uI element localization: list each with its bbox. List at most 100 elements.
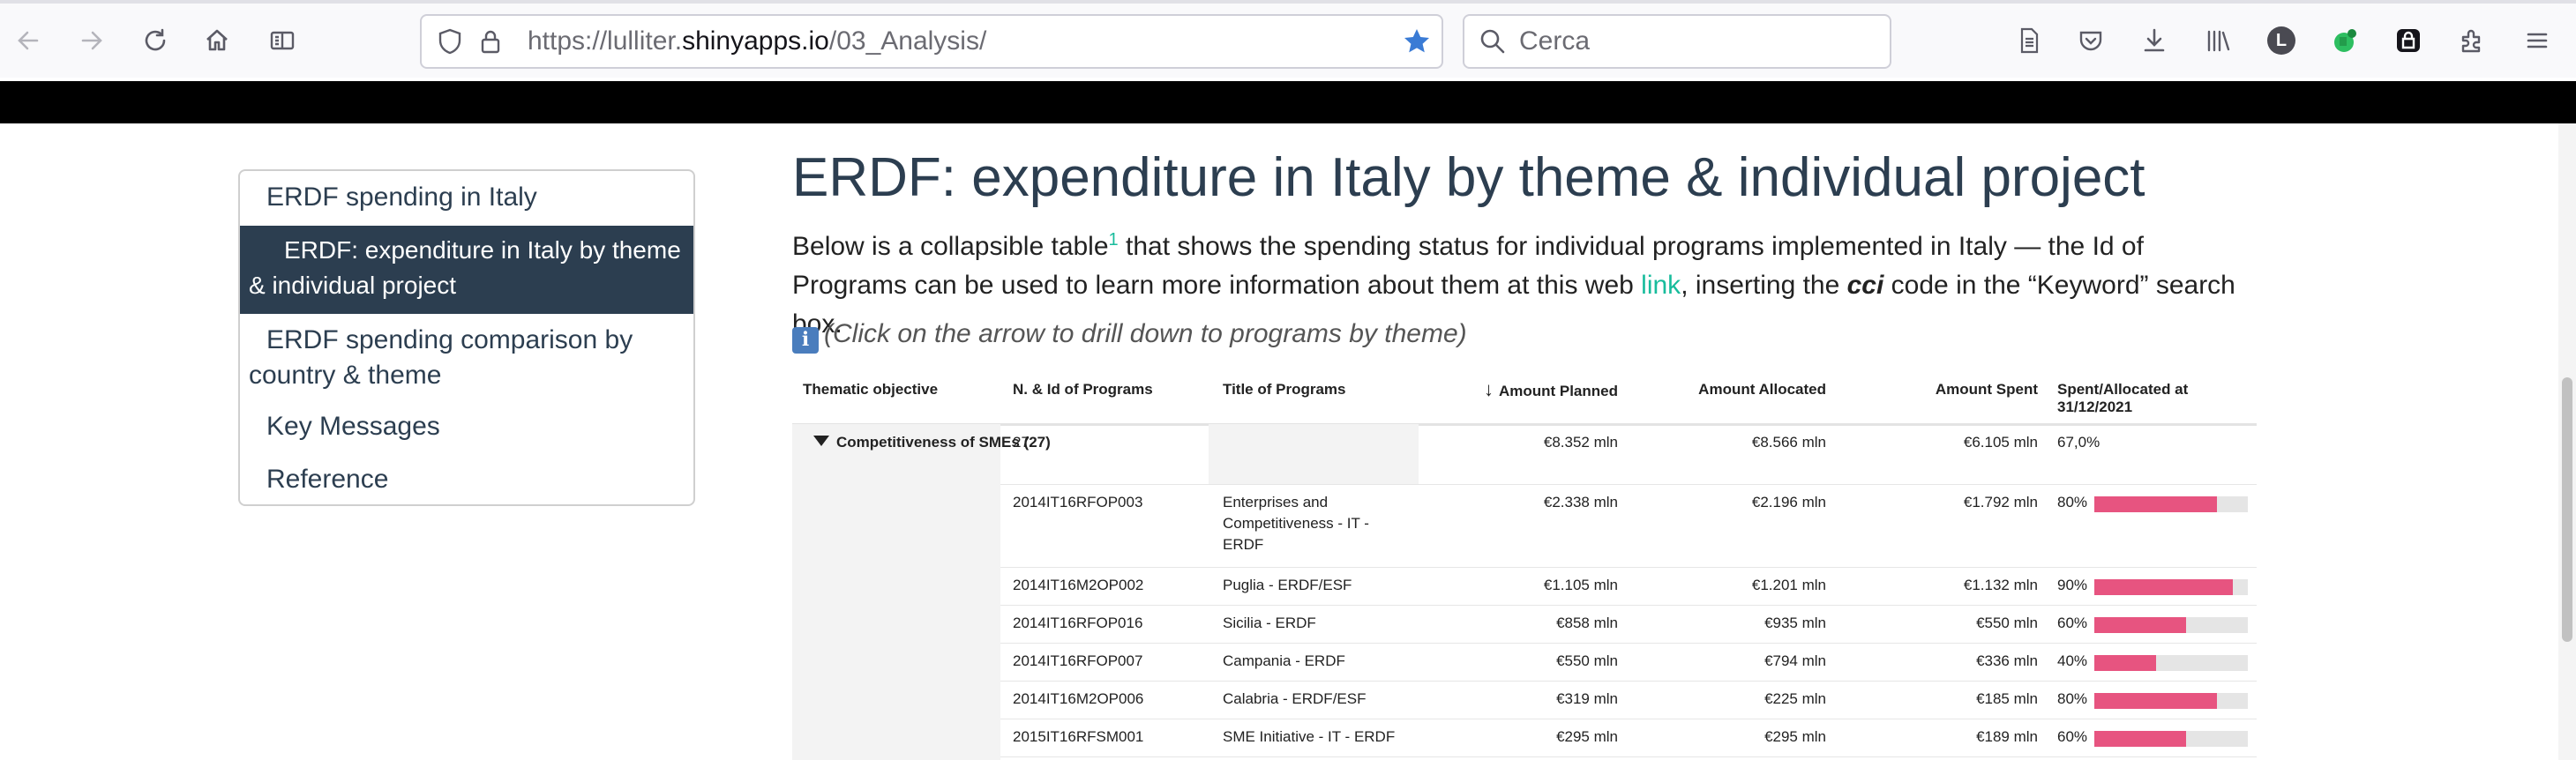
pocket-icon[interactable]: [2070, 19, 2112, 62]
col-amount-allocated[interactable]: Amount Allocated: [1639, 381, 1826, 399]
spent-ratio-fill: [2094, 617, 2187, 633]
program-spent: €336 mln: [1976, 652, 2038, 669]
back-icon[interactable]: [7, 19, 49, 62]
program-pct: 90%: [2057, 577, 2088, 593]
program-spent: €1.132 mln: [1963, 577, 2038, 593]
page-icon[interactable]: [2008, 19, 2050, 62]
info-icon: ℹ: [792, 327, 819, 354]
program-title: SME Initiative - IT - ERDF: [1223, 728, 1396, 745]
program-spent: €550 mln: [1976, 615, 2038, 631]
program-pct: 40%: [2057, 652, 2088, 669]
program-planned: €2.338 mln: [1543, 494, 1618, 510]
download-icon[interactable]: [2133, 19, 2175, 62]
browser-toolbar: https://lulliter.shinyapps.io/03_Analysi…: [0, 0, 2576, 78]
program-planned: €550 mln: [1556, 652, 1618, 669]
group-column: [792, 424, 1000, 760]
intro-text: , inserting the: [1681, 271, 1847, 300]
expand-arrow-icon[interactable]: [813, 436, 829, 446]
search-bar[interactable]: Cerca: [1463, 14, 1891, 69]
col-amount-planned[interactable]: ↓ Amount Planned: [1445, 378, 1618, 400]
url-bar[interactable]: https://lulliter.shinyapps.io/03_Analysi…: [420, 14, 1443, 69]
program-allocated: €935 mln: [1764, 615, 1826, 631]
row-divider: [1000, 484, 2257, 485]
reload-icon[interactable]: [134, 19, 176, 62]
program-id: 2014IT16RFOP007: [1013, 652, 1143, 669]
program-id: 2015IT16RFSM001: [1013, 728, 1144, 745]
row-divider: [1000, 605, 2257, 606]
toc-item-key-messages[interactable]: Key Messages: [240, 409, 693, 444]
spent-ratio-fill: [2094, 579, 2233, 595]
program-planned: €319 mln: [1556, 690, 1618, 707]
site-navbar: [0, 81, 2576, 123]
forward-icon[interactable]: [71, 19, 113, 62]
spent-ratio-fill: [2094, 496, 2218, 512]
program-spent: €185 mln: [1976, 690, 2038, 707]
program-allocated: €2.196 mln: [1751, 494, 1826, 510]
col-title[interactable]: Title of Programs: [1223, 381, 1346, 399]
group-allocated: €8.566 mln: [1751, 434, 1826, 451]
lock-icon[interactable]: [476, 27, 505, 56]
col-programs[interactable]: N. & Id of Programs: [1013, 381, 1153, 399]
col-spent-allocated[interactable]: Spent/Allocated at 31/12/2021: [2057, 381, 2234, 416]
spent-ratio-bar: [2094, 579, 2248, 595]
hint-text: (Click on the arrow to drill down to pro…: [824, 319, 1467, 348]
spent-ratio-fill: [2094, 731, 2187, 747]
scrollbar-thumb[interactable]: [2562, 377, 2572, 642]
program-title: Sicilia - ERDF: [1223, 615, 1316, 631]
spent-ratio-bar: [2094, 693, 2248, 709]
row-divider: [1000, 643, 2257, 644]
program-title: Calabria - ERDF/ESF: [1223, 690, 1367, 707]
spent-ratio-bar: [2094, 496, 2248, 512]
program-allocated: €225 mln: [1764, 690, 1826, 707]
program-title: Puglia - ERDF/ESF: [1223, 577, 1352, 593]
bookmark-star-icon[interactable]: [1403, 27, 1431, 56]
library-icon[interactable]: [2197, 19, 2239, 62]
drilldown-hint: ℹ (Click on the arrow to drill down to pr…: [792, 319, 1467, 354]
account-avatar[interactable]: L: [2260, 19, 2303, 62]
account-initial: L: [2267, 26, 2295, 55]
toc-item-country-comparison[interactable]: ERDF spending comparison by country & th…: [240, 323, 693, 393]
row-divider: [1000, 756, 2257, 757]
table-of-contents: ERDF spending in Italy ERDF: expenditure…: [238, 169, 695, 506]
program-spent: €189 mln: [1976, 728, 2038, 745]
footnote-ref[interactable]: 1: [1109, 230, 1119, 250]
extensions-icon[interactable]: [2451, 19, 2493, 62]
cci-code: cci: [1846, 271, 1884, 300]
table-header: Thematic objective N. & Id of Programs T…: [792, 372, 2257, 426]
sort-arrow-icon: ↓: [1483, 378, 1494, 400]
program-planned: €295 mln: [1556, 728, 1618, 745]
extension-block-icon[interactable]: [2387, 19, 2430, 62]
home-icon[interactable]: [196, 19, 238, 62]
programs-table: Thematic objective N. & Id of Programs T…: [792, 372, 2257, 760]
program-pct: 80%: [2057, 690, 2088, 707]
spent-ratio-fill: [2094, 655, 2156, 671]
menu-icon[interactable]: [2516, 19, 2558, 62]
url-text[interactable]: https://lulliter.shinyapps.io/03_Analysi…: [528, 16, 986, 67]
program-spent: €1.792 mln: [1963, 494, 2038, 510]
web-link[interactable]: link: [1641, 271, 1681, 300]
intro-text: Below is a collapsible table: [792, 232, 1109, 261]
row-divider: [1000, 681, 2257, 682]
reader-view-icon[interactable]: [261, 19, 303, 62]
group-spent: €6.105 mln: [1963, 434, 2038, 451]
col-thematic-objective[interactable]: Thematic objective: [803, 381, 938, 399]
program-allocated: €1.201 mln: [1751, 577, 1826, 593]
program-allocated: €794 mln: [1764, 652, 1826, 669]
toc-item-erdf-spending[interactable]: ERDF spending in Italy: [240, 180, 693, 215]
group-ratio: 67,0%: [2057, 434, 2100, 451]
spent-ratio-fill: [2094, 693, 2218, 709]
program-pct: 60%: [2057, 615, 2088, 631]
group-count: 27: [1013, 434, 1030, 451]
program-planned: €1.105 mln: [1543, 577, 1618, 593]
program-id: 2014IT16M2OP006: [1013, 690, 1144, 707]
group-planned: €8.352 mln: [1543, 434, 1618, 451]
toc-item-expenditure-by-theme[interactable]: ERDF: expenditure in Italy by theme & in…: [240, 226, 693, 314]
evernote-extension-icon[interactable]: [2324, 19, 2366, 62]
toc-item-reference[interactable]: Reference: [240, 462, 693, 497]
program-pct: 80%: [2057, 494, 2088, 510]
col-amount-spent[interactable]: Amount Spent: [1851, 381, 2038, 399]
row-divider: [1000, 567, 2257, 568]
program-id: 2014IT16RFOP016: [1013, 615, 1143, 631]
shield-icon[interactable]: [436, 27, 464, 56]
program-title: Campania - ERDF: [1223, 652, 1345, 669]
